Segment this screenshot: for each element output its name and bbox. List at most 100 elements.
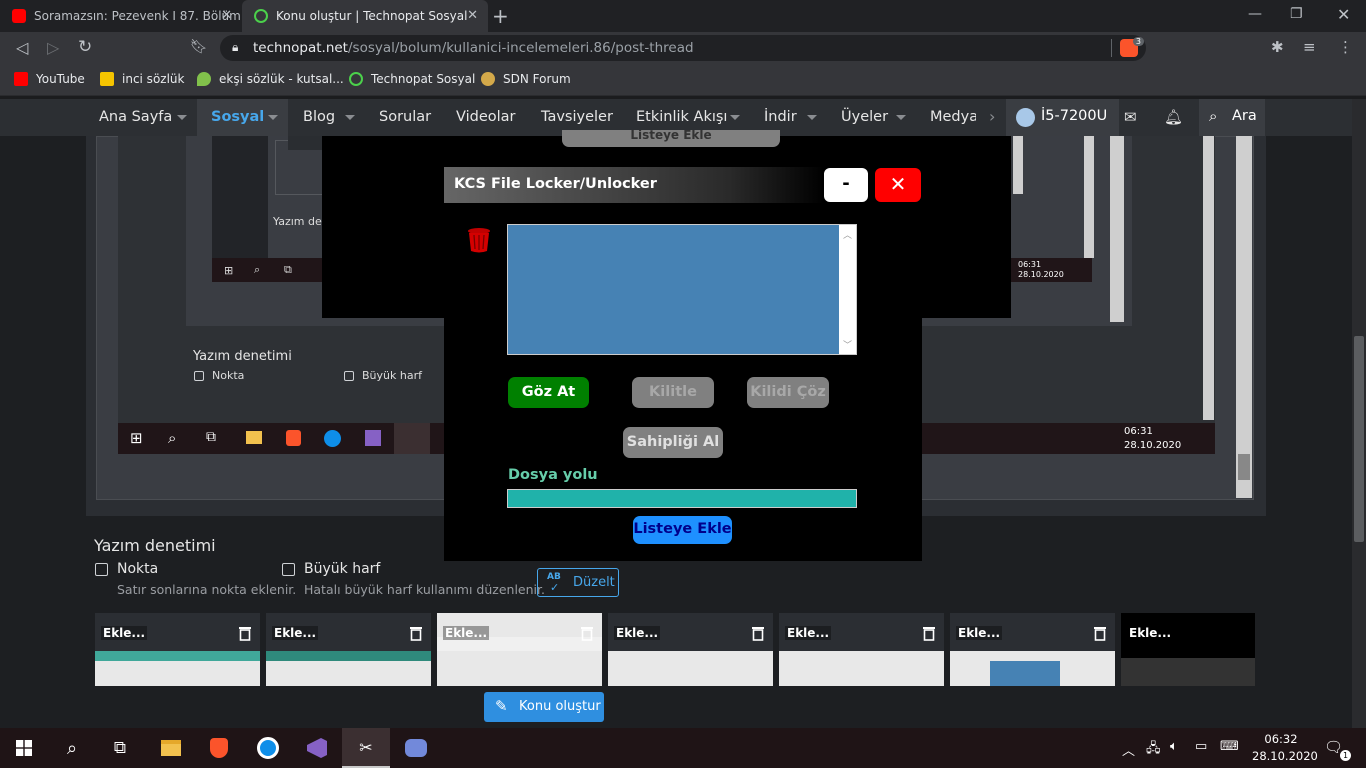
teamviewer-icon[interactable] <box>244 728 292 768</box>
file-path-input[interactable] <box>507 489 857 508</box>
minimize-icon[interactable]: — <box>1248 6 1262 22</box>
attachment-thumb[interactable]: Ekle... <box>266 613 431 686</box>
technopat-icon <box>254 9 268 23</box>
chevron-up-icon[interactable]: ︿ <box>1122 740 1135 759</box>
app-minimize-button[interactable]: - <box>824 168 868 202</box>
chevron-down-icon[interactable] <box>896 115 906 120</box>
keyboard-icon[interactable]: ⌨︎ <box>1220 739 1239 754</box>
attachment-thumb[interactable]: Ekle... <box>950 613 1115 686</box>
nav-uyeler[interactable]: Üyeler <box>841 109 888 125</box>
trash-icon[interactable] <box>467 227 491 253</box>
chevron-down-icon: ﹀ <box>843 341 853 351</box>
nav-indir[interactable]: İndir <box>764 109 797 125</box>
checkbox-nokta[interactable] <box>95 563 108 576</box>
trash-icon[interactable] <box>1093 625 1107 641</box>
trash-icon[interactable] <box>580 625 594 641</box>
start-icon[interactable] <box>0 728 48 768</box>
nav-sorular[interactable]: Sorular <box>379 109 431 125</box>
add-to-list-button[interactable]: Listeye Ekle <box>633 516 732 544</box>
mail-icon[interactable]: ✉︎ <box>1124 108 1137 126</box>
duzelt-button[interactable]: AB ✓ Düzelt <box>537 568 619 597</box>
chevron-down-icon[interactable] <box>730 115 740 120</box>
network-icon[interactable]: 🖧︎ <box>1146 739 1161 761</box>
bookmark-sdn[interactable]: SDN Forum <box>481 72 571 86</box>
file-explorer-icon[interactable] <box>147 728 195 768</box>
bell-icon[interactable]: 🔔︎ <box>1164 108 1183 126</box>
file-list[interactable]: ︿ ﹀ <box>507 224 857 355</box>
embedded-scrollbar <box>1013 136 1023 194</box>
new-tab-icon[interactable]: + <box>492 4 509 28</box>
clock-time[interactable]: 06:32 <box>1252 732 1310 746</box>
tab-title: Konu oluştur | Technopat Sosyal <box>276 9 468 23</box>
browse-button[interactable]: Göz At <box>508 377 589 408</box>
attachment-thumb[interactable]: Ekle... <box>608 613 773 686</box>
menu-icon[interactable]: ⋮ <box>1338 38 1353 56</box>
extensions-icon[interactable]: ✱ <box>1271 38 1284 56</box>
attachment-thumb[interactable]: Ekle... <box>437 613 602 686</box>
back-icon[interactable]: ◁ <box>16 38 28 57</box>
lock-button[interactable]: Kilitle <box>632 377 714 408</box>
volume-icon[interactable]: 🔈︎ <box>1170 739 1178 754</box>
nav-blog[interactable]: Blog <box>303 109 335 125</box>
chevron-down-icon[interactable] <box>345 115 355 120</box>
file-list-scrollbar[interactable]: ︿ ﹀ <box>839 225 856 354</box>
visual-studio-icon[interactable] <box>293 728 341 768</box>
search-button[interactable]: ⌕ Ara <box>1199 99 1265 136</box>
nav-medya[interactable]: Medya <box>930 109 976 125</box>
scrollbar-thumb[interactable] <box>1354 336 1364 542</box>
forward-icon[interactable]: ▷ <box>47 38 59 57</box>
bookmark-eksi[interactable]: ekşi sözlük - kutsal... <box>197 72 344 86</box>
bookmark-youtube[interactable]: YouTube <box>14 72 85 86</box>
attachment-thumb[interactable]: Ekle... <box>779 613 944 686</box>
playlist-icon[interactable]: ≡ <box>1303 38 1316 56</box>
chevron-down-icon[interactable] <box>268 115 278 120</box>
nav-etkinlik[interactable]: Etkinlik Akışı <box>636 109 727 125</box>
reload-icon[interactable]: ↻ <box>78 37 92 57</box>
restore-icon[interactable]: ❐ <box>1290 6 1303 22</box>
chevron-right-icon[interactable]: › <box>989 107 995 126</box>
attachment-thumb[interactable]: Ekle... <box>1121 613 1255 686</box>
trash-icon[interactable] <box>409 625 423 641</box>
kcs-app-icon[interactable]: ✂︎ <box>342 728 390 768</box>
nav-sosyal[interactable]: Sosyal <box>211 109 264 125</box>
address-bar[interactable]: 🔒︎ technopat.net/sosyal/bolum/kullanici-… <box>220 35 1146 61</box>
brave-icon[interactable] <box>195 728 243 768</box>
nav-videolar[interactable]: Videolar <box>456 109 516 125</box>
create-thread-button[interactable]: ✎ Konu oluştur <box>484 692 604 722</box>
username: İ5-7200U <box>1041 108 1108 124</box>
search-icon[interactable]: ⌕ <box>48 728 96 768</box>
unlock-button[interactable]: Kilidi Çöz <box>747 377 829 408</box>
shield-count: 3 <box>1132 37 1144 46</box>
tab-technopat[interactable]: Konu oluştur | Technopat Sosyal ✕ <box>242 0 488 32</box>
task-view-icon[interactable]: ⧉ <box>96 728 144 768</box>
close-tab-icon[interactable]: ✕ <box>221 8 232 23</box>
bookmark-inci[interactable]: inci sözlük <box>100 72 184 86</box>
take-ownership-button[interactable]: Sahipliği Al <box>623 427 723 458</box>
discord-icon[interactable] <box>392 728 440 768</box>
nav-ana-sayfa[interactable]: Ana Sayfa <box>99 109 172 125</box>
bookmark-technopat[interactable]: Technopat Sosyal <box>349 72 475 86</box>
label-buyuk-harf: Büyük harf <box>304 561 381 577</box>
chevron-down-icon[interactable] <box>807 115 817 120</box>
user-menu[interactable]: İ5-7200U <box>1006 99 1119 136</box>
tab-youtube[interactable]: Soramazsın: Pezevenk I 87. Bölüm ✕ <box>0 0 242 32</box>
battery-icon[interactable]: ▭ <box>1195 739 1207 754</box>
checkbox-buyuk-harf[interactable] <box>282 563 295 576</box>
windows-taskbar: ⌕ ⧉ ✂︎ ︿ 🖧︎ 🔈︎ ▭ ⌨︎ 06:32 28.10.2020 🗨︎ … <box>0 728 1366 768</box>
eksi-icon <box>197 72 211 86</box>
bookmarks-bar: YouTube inci sözlük ekşi sözlük - kutsal… <box>0 64 1366 96</box>
nav-tavsiyeler[interactable]: Tavsiyeler <box>541 109 613 125</box>
embedded-scrollbar <box>1084 136 1094 258</box>
clock-date[interactable]: 28.10.2020 <box>1252 749 1318 763</box>
embedded-opt1: Nokta <box>212 369 245 382</box>
close-window-icon[interactable]: ✕ <box>1337 5 1350 24</box>
trash-icon[interactable] <box>922 625 936 641</box>
app-close-button[interactable]: ✕ <box>875 168 921 202</box>
trash-icon[interactable] <box>238 625 252 641</box>
close-tab-icon[interactable]: ✕ <box>467 8 478 23</box>
url-text: technopat.net/sosyal/bolum/kullanici-inc… <box>253 40 694 56</box>
attachment-thumb[interactable]: Ekle... <box>95 613 260 686</box>
bookmark-icon[interactable]: 🔖︎ <box>190 39 208 55</box>
chevron-down-icon[interactable] <box>177 115 187 120</box>
trash-icon[interactable] <box>751 625 765 641</box>
